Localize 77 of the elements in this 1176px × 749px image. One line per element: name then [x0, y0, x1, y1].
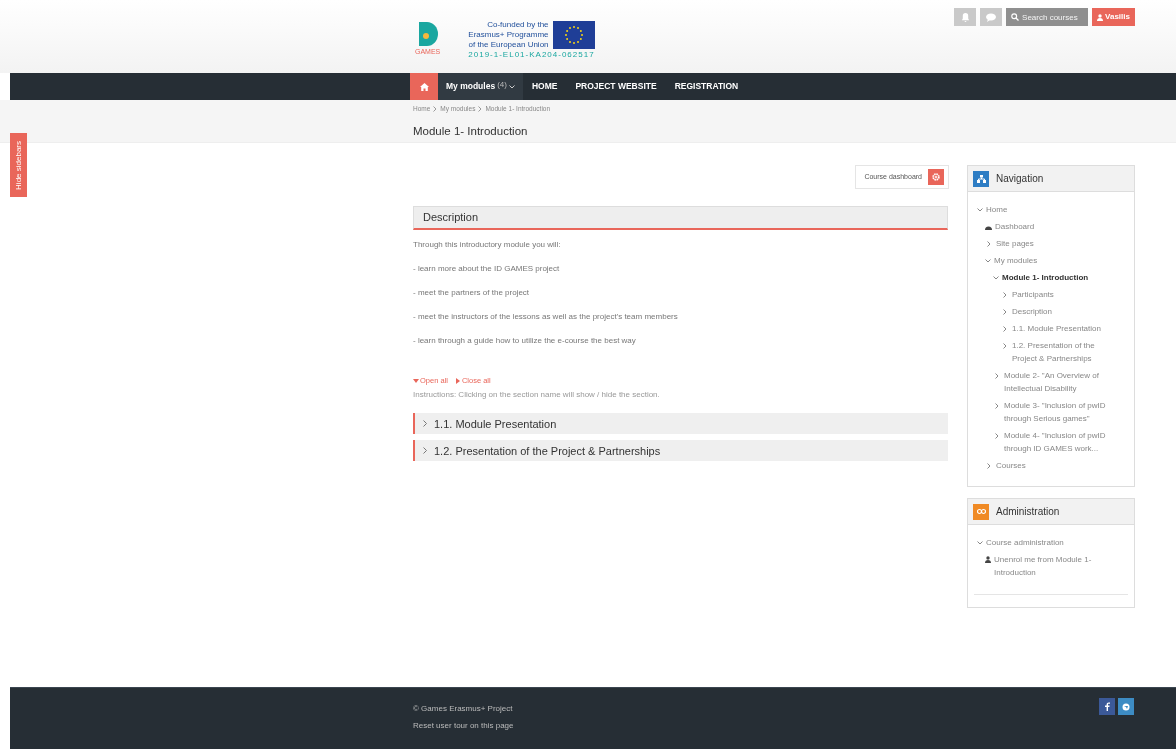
nav-menu-item[interactable]: HOME: [522, 73, 567, 100]
chevron-icon: [987, 241, 991, 247]
description-text: - learn more about the ID GAMES project: [413, 263, 561, 275]
user-icon: [985, 556, 991, 563]
user-menu-button[interactable]: Vasilis: [1092, 8, 1135, 26]
bell-icon: [960, 12, 970, 22]
block-title: Navigation: [996, 172, 1044, 186]
collapsible-section[interactable]: 1.1. Module Presentation: [413, 413, 948, 435]
chevron-icon: [478, 105, 483, 112]
tree-item[interactable]: Course administration: [977, 534, 1125, 551]
tree-item[interactable]: 1.2. Presentation of the Project & Partnerships: [977, 337, 1125, 367]
chevron-icon: [995, 403, 999, 409]
description-text: Through this introductory module you will:: [413, 239, 562, 251]
chevron-icon: [995, 373, 999, 379]
instructions-text: Instructions: Clicking on the section name will show / hide the section.: [413, 389, 661, 402]
tree-item[interactable]: Site pages: [977, 235, 1125, 252]
settings-icon: [932, 173, 940, 181]
chevron-icon: [987, 463, 991, 469]
chevron-icon: [1003, 326, 1007, 332]
tree-item[interactable]: Dashboard: [977, 218, 1125, 235]
logo-icon: [416, 22, 439, 47]
tree-item[interactable]: Home: [977, 201, 1125, 218]
nav-menu-item[interactable]: My modules (4): [438, 73, 523, 100]
triangle-right-icon: [455, 377, 460, 384]
chevron-icon: [433, 105, 438, 112]
nav-menu-item[interactable]: PROJECT WEBSITE: [566, 73, 666, 100]
chevron-icon: [423, 447, 428, 455]
tree-item[interactable]: Participants: [977, 286, 1125, 303]
messages-button[interactable]: [980, 8, 1003, 26]
notification-button[interactable]: [954, 8, 977, 26]
tree-item[interactable]: Module 1- Introduction: [977, 269, 1125, 286]
chevron-icon: [985, 259, 991, 263]
chevron-icon: [993, 276, 999, 280]
tree-item[interactable]: Unenrol me from Module 1- Introduction: [977, 551, 1125, 581]
website-link[interactable]: [1118, 698, 1134, 715]
tree-item[interactable]: Courses: [977, 457, 1125, 474]
triangle-down-icon: [413, 378, 419, 383]
description-text: - meet the partners of the project: [413, 287, 531, 299]
section-header: Description: [413, 206, 948, 230]
search-input[interactable]: Search courses: [1022, 8, 1089, 26]
page-title: Module 1- Introduction: [413, 123, 529, 139]
block-title: Administration: [996, 505, 1060, 519]
hide-sidebars-tab[interactable]: Hide sidebars: [10, 133, 27, 197]
copyright-text: © Games Erasmus+ Project: [413, 703, 514, 715]
collapsible-section[interactable]: 1.2. Presentation of the Project & Partnerships: [413, 440, 948, 462]
flag-icon: [552, 21, 595, 49]
tree-item[interactable]: Description: [977, 303, 1125, 320]
facebook-link[interactable]: [1099, 698, 1115, 715]
chevron-icon: [1003, 343, 1007, 349]
chevron-icon: [423, 420, 428, 428]
tree-item[interactable]: My modules: [977, 252, 1125, 269]
user-icon: [1097, 13, 1104, 21]
project-code: 2019-1-EL01-KA204-062517: [468, 50, 595, 60]
chevron-icon: [977, 208, 983, 212]
description-text: - learn through a guide how to utilize the e-course the best way: [413, 335, 637, 347]
funding-text: Erasmus+ Programme: [468, 30, 549, 40]
tree-item[interactable]: 1.1. Module Presentation: [977, 320, 1125, 337]
facebook-icon: [1104, 702, 1110, 711]
reset-tour-link[interactable]: Reset user tour on this page: [413, 720, 514, 732]
search-field[interactable]: Search courses: [1006, 8, 1089, 26]
chevron-icon: [1003, 309, 1007, 315]
sitemap-icon: [976, 174, 986, 183]
home-icon: [419, 82, 429, 91]
tree-item[interactable]: Module 3- "Inclusion of pwID through Serious games": [977, 397, 1125, 427]
nav-menu-item[interactable]: REGISTRATION: [665, 73, 748, 100]
tree-item[interactable]: Module 4- "Inclusion of pwID through ID GAMES work...: [977, 427, 1125, 457]
funding-text: of the European Union: [468, 40, 549, 50]
funding-text: Co-funded by the: [487, 20, 549, 30]
home-button[interactable]: [410, 73, 438, 100]
chevron-icon: [1003, 292, 1007, 298]
search-icon: [1011, 13, 1020, 21]
tree-item[interactable]: Module 2- "An Overview of Intellectual Disability: [977, 367, 1125, 397]
description-text: - meet the instructors of the lessons as well as the project's team members: [413, 311, 679, 323]
caret-icon: [508, 84, 515, 89]
chevron-icon: [977, 541, 983, 545]
chevron-icon: [995, 433, 999, 439]
chat-icon: [986, 12, 997, 22]
